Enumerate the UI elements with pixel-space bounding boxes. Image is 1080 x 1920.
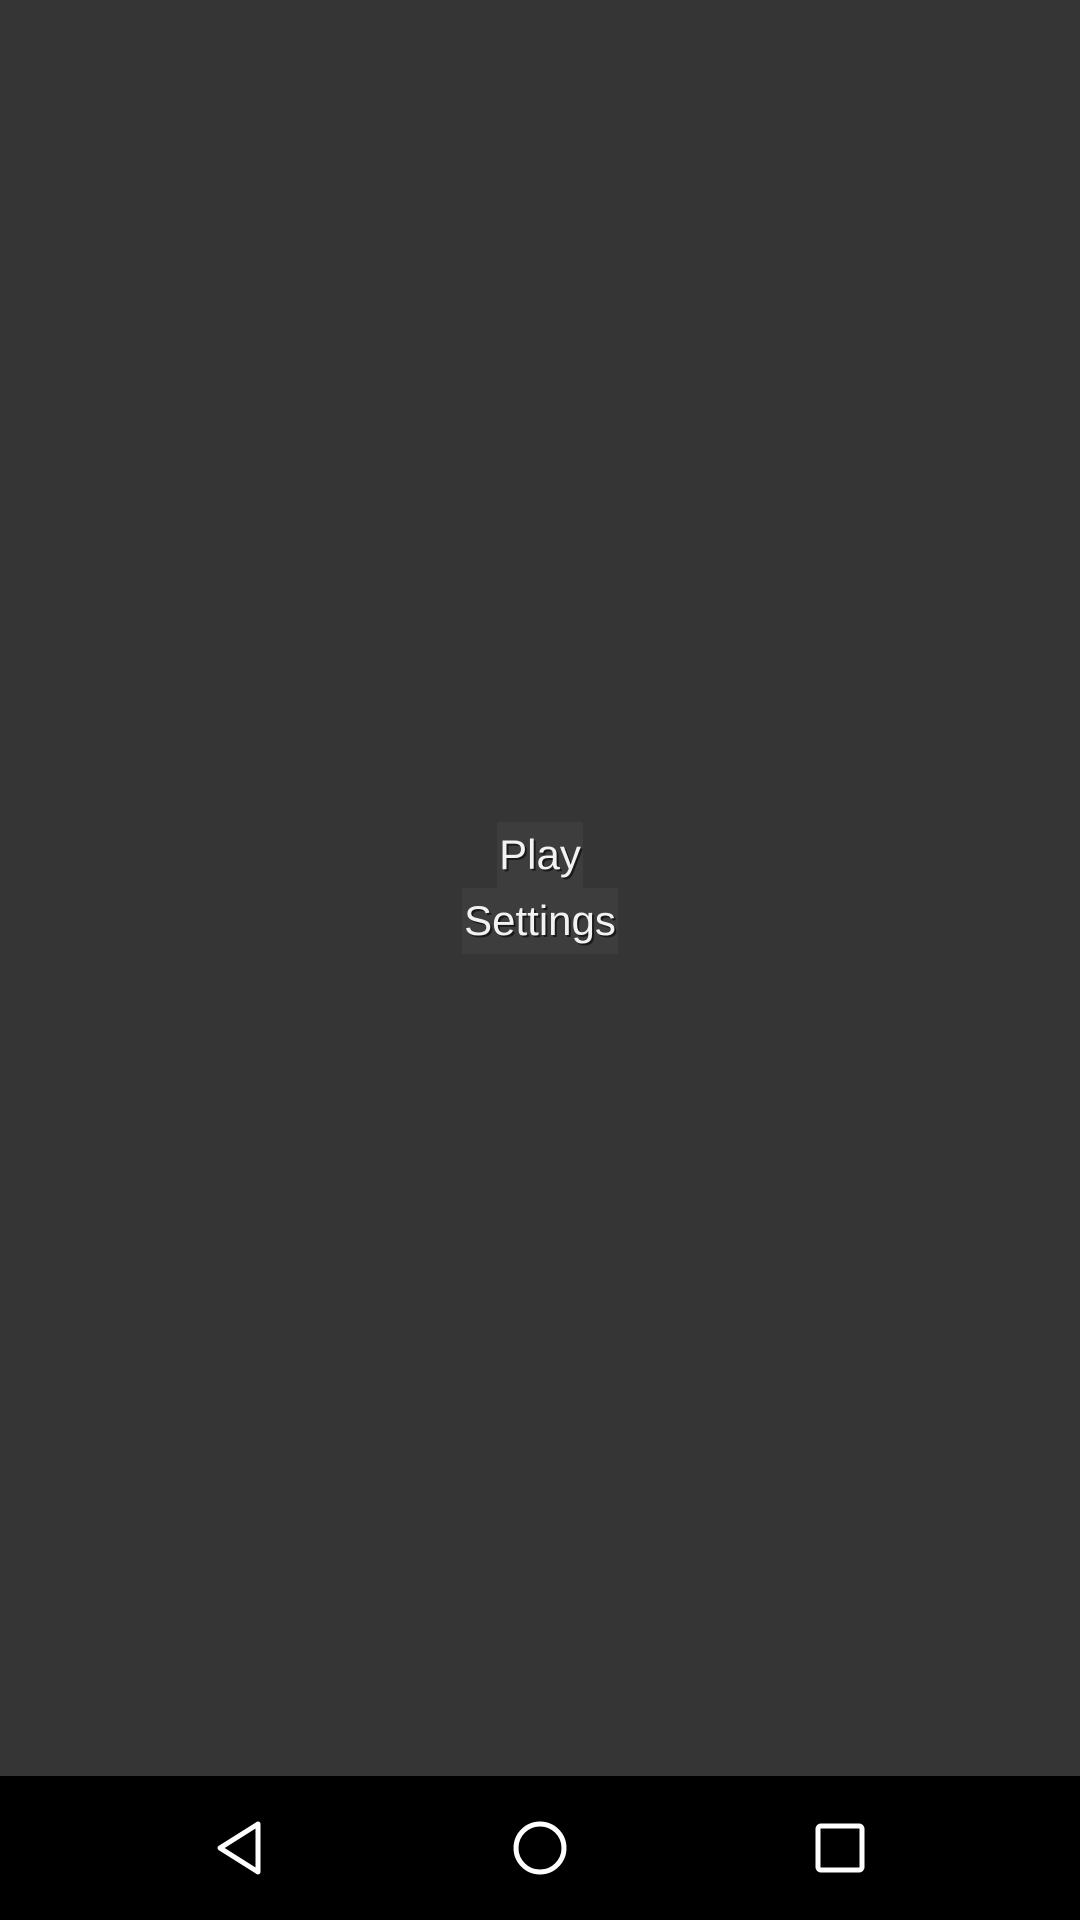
main-menu: Play Settings — [0, 822, 1080, 954]
back-icon — [217, 1821, 261, 1875]
recents-icon — [815, 1823, 865, 1873]
navigation-bar — [0, 1776, 1080, 1920]
settings-button[interactable]: Settings — [462, 888, 618, 954]
app-area: Play Settings — [0, 0, 1080, 1776]
recents-button[interactable] — [768, 1776, 912, 1920]
play-button[interactable]: Play — [497, 822, 583, 888]
home-icon — [513, 1821, 567, 1875]
home-button[interactable] — [468, 1776, 612, 1920]
screen: Play Settings — [0, 0, 1080, 1920]
back-button[interactable] — [168, 1776, 312, 1920]
